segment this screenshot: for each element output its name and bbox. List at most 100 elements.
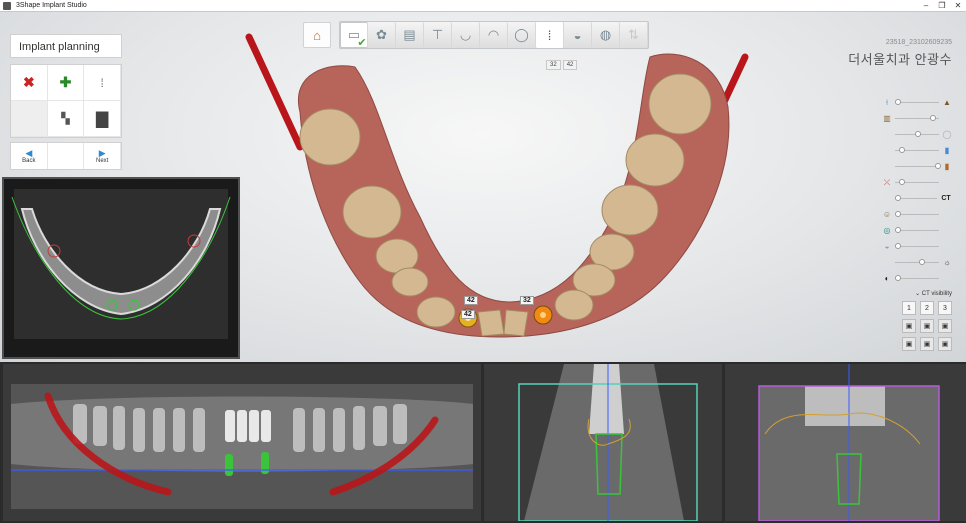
slider-knob[interactable]: [919, 258, 926, 265]
cross-section-view-1[interactable]: [484, 364, 722, 521]
cube-bottom-icon: ▣: [923, 341, 931, 348]
visibility-slider-gingiva[interactable]: ▥: [882, 110, 952, 126]
cube-front-icon: ▣: [905, 323, 913, 330]
implant-tag-lower: 42: [461, 310, 475, 319]
cube-top-icon: ▣: [905, 341, 913, 348]
slider-knob[interactable]: [930, 114, 937, 121]
slider-track[interactable]: [895, 274, 939, 281]
slider-knob[interactable]: [895, 194, 901, 201]
slider-track[interactable]: [895, 98, 939, 105]
tooth-setup-step-button[interactable]: ✿: [368, 22, 396, 48]
visibility-slider-skin[interactable]: ☺: [882, 206, 952, 222]
slider-track[interactable]: [895, 194, 937, 201]
slider-track[interactable]: [895, 130, 939, 137]
back-button[interactable]: ◀ Back: [11, 143, 48, 169]
guide-step-button[interactable]: ◍: [592, 22, 620, 48]
visibility-panel: ⍿ ▲ ▥ ◯ ▮ ▮ ⤫ CT ☺ ◎ ◒ ☼ ◐ ⌄ CT visibili…: [882, 94, 952, 351]
implant-tag-upper: 42: [464, 296, 478, 305]
plus-icon: ✚: [59, 74, 72, 90]
slider-knob[interactable]: [895, 210, 901, 217]
contrast-slider[interactable]: ◐: [882, 270, 952, 286]
slider-knob[interactable]: [899, 178, 906, 185]
slider-track[interactable]: [895, 242, 939, 249]
abutment-button[interactable]: ▚: [47, 101, 85, 137]
scan-step-button[interactable]: ▭ ✔: [340, 22, 368, 49]
slider-track[interactable]: [895, 178, 939, 185]
panoramic-image: [11, 384, 473, 509]
close-button[interactable]: ✕: [950, 0, 966, 12]
maximize-button[interactable]: ❐: [934, 0, 950, 12]
subtab-42[interactable]: 42: [562, 60, 578, 70]
view-layout-buttons: 1 2 3 ▣ ▣ ▣ ▣ ▣ ▣: [882, 301, 952, 351]
top-view-button[interactable]: ▣: [902, 337, 916, 351]
bone-icon: ◒: [884, 241, 890, 251]
next-button[interactable]: ▶ Next: [84, 143, 122, 169]
crown-step-button[interactable]: ◯: [508, 22, 536, 48]
visibility-slider-scan[interactable]: ⍿ ▲: [882, 94, 952, 110]
slider-knob[interactable]: [895, 98, 901, 105]
slider-knob[interactable]: [934, 162, 941, 169]
slider-knob[interactable]: [895, 226, 901, 233]
implant-32[interactable]: [533, 305, 553, 325]
bottom-view-button[interactable]: ▣: [920, 337, 934, 351]
slider-track[interactable]: [895, 162, 941, 169]
cross-section-view-2[interactable]: [725, 364, 966, 521]
ct-start-icon: [882, 194, 892, 203]
slider-track[interactable]: [895, 114, 939, 121]
slider-track[interactable]: [895, 226, 939, 233]
visibility-slider-bone[interactable]: ◒: [882, 238, 952, 254]
add-implant-button[interactable]: ✚: [47, 65, 85, 101]
minimize-button[interactable]: –: [918, 0, 934, 12]
brightness-slider[interactable]: ☼: [882, 254, 952, 270]
abutment-icon: ▚: [61, 113, 70, 125]
next-label: Next: [96, 157, 109, 164]
pin-icon: ⍿: [885, 97, 889, 107]
visibility-slider-antagonist[interactable]: ◎: [882, 222, 952, 238]
slider-knob[interactable]: [895, 274, 901, 281]
guide-icon: ◍: [599, 27, 612, 42]
ct-step-button[interactable]: ▤: [396, 22, 424, 48]
bottom-views: [0, 362, 966, 523]
wax-step-button[interactable]: ◠: [480, 22, 508, 48]
brightness-icon: ☼: [943, 257, 951, 267]
ct-visibility-toggle[interactable]: ⌄ CT visibility: [882, 290, 952, 297]
slider-track[interactable]: [895, 258, 939, 265]
delete-implant-button[interactable]: ✖: [11, 65, 48, 101]
slider-knob[interactable]: [899, 146, 906, 153]
subtab-32[interactable]: 32: [546, 60, 561, 70]
home-button[interactable]: ⌂: [303, 22, 331, 48]
sleeve-button[interactable]: ▇: [84, 101, 121, 137]
slider-track[interactable]: [895, 146, 939, 153]
ct-visibility-label: CT visibility: [921, 291, 952, 297]
wax-icon: ◠: [487, 27, 500, 42]
visibility-slider-sleeve[interactable]: ▮: [882, 158, 952, 174]
slider-knob[interactable]: [895, 242, 901, 249]
alignment-step-button[interactable]: ⊤: [424, 22, 452, 48]
right-view-button[interactable]: ▣: [938, 319, 952, 333]
left-view-button[interactable]: ▣: [920, 319, 934, 333]
view-button-2[interactable]: 2: [920, 301, 934, 315]
view-button-3[interactable]: 3: [938, 301, 952, 315]
panoramic-view[interactable]: [3, 364, 481, 521]
navigation-box: ◀ Back ▶ Next: [10, 142, 122, 170]
back-view-button[interactable]: ▣: [938, 337, 952, 351]
view-button-1[interactable]: 1: [902, 301, 916, 315]
empty-cell: [11, 101, 48, 137]
implant-library-button[interactable]: ⁞: [84, 65, 121, 101]
export-step-button[interactable]: ⇅: [620, 22, 648, 48]
visibility-slider-nerve[interactable]: ⤫: [882, 174, 952, 190]
implant-step-button[interactable]: ⁞: [536, 22, 564, 48]
visibility-slider-wax[interactable]: ▮: [882, 142, 952, 158]
app-icon: [3, 1, 11, 10]
skin-end-icon: [942, 210, 952, 219]
slider-knob[interactable]: [914, 130, 921, 137]
sleeve-step-button[interactable]: ◒: [564, 22, 592, 48]
ct-axial-view[interactable]: [2, 177, 240, 359]
ct-axial-image: [11, 189, 231, 339]
nerve-step-button[interactable]: ◡: [452, 22, 480, 48]
front-view-button[interactable]: ▣: [902, 319, 916, 333]
checkmark-icon: ✔: [357, 36, 367, 49]
visibility-slider-teeth[interactable]: ◯: [882, 126, 952, 142]
visibility-slider-ct[interactable]: CT: [882, 190, 952, 206]
slider-track[interactable]: [895, 210, 939, 217]
